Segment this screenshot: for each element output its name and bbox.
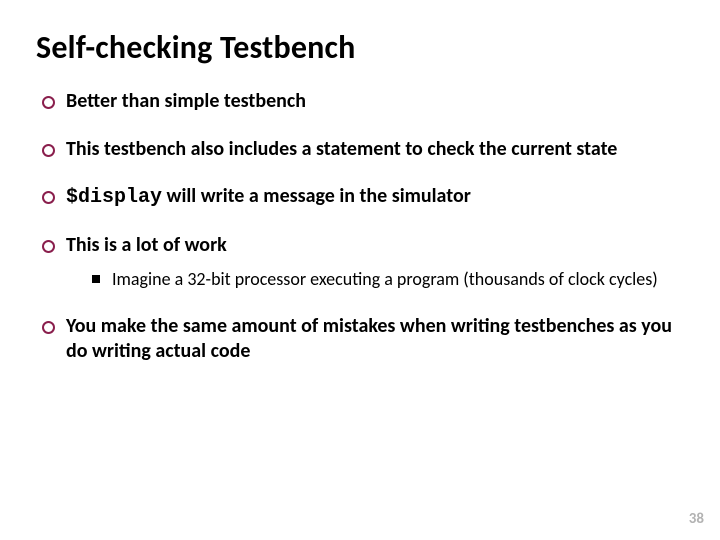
bullet-list: Better than simple testbench This testbe… — [38, 89, 684, 365]
list-item: $display will write a message in the sim… — [38, 184, 684, 211]
list-item-text: This is a lot of work — [66, 233, 227, 257]
list-item-text: You make the same amount of mistakes whe… — [66, 314, 672, 364]
list-item: This testbench also includes a statement… — [38, 137, 684, 163]
code-token: $display — [66, 186, 162, 209]
sub-list-item-text: Imagine a 32-bit processor executing a p… — [112, 268, 658, 290]
list-item: Better than simple testbench — [38, 89, 684, 115]
slide: Self-checking Testbench Better than simp… — [0, 0, 720, 540]
list-item-text: This testbench also includes a statement… — [66, 137, 617, 161]
sub-list-item: Imagine a 32-bit processor executing a p… — [90, 268, 684, 291]
list-item-text: will write a message in the simulator — [162, 184, 471, 208]
page-number: 38 — [689, 510, 704, 528]
list-item: This is a lot of work Imagine a 32-bit p… — [38, 233, 684, 292]
slide-title: Self-checking Testbench — [36, 28, 684, 67]
list-item-text: Better than simple testbench — [66, 89, 306, 113]
sub-list: Imagine a 32-bit processor executing a p… — [90, 268, 684, 291]
list-item: You make the same amount of mistakes whe… — [38, 314, 684, 365]
